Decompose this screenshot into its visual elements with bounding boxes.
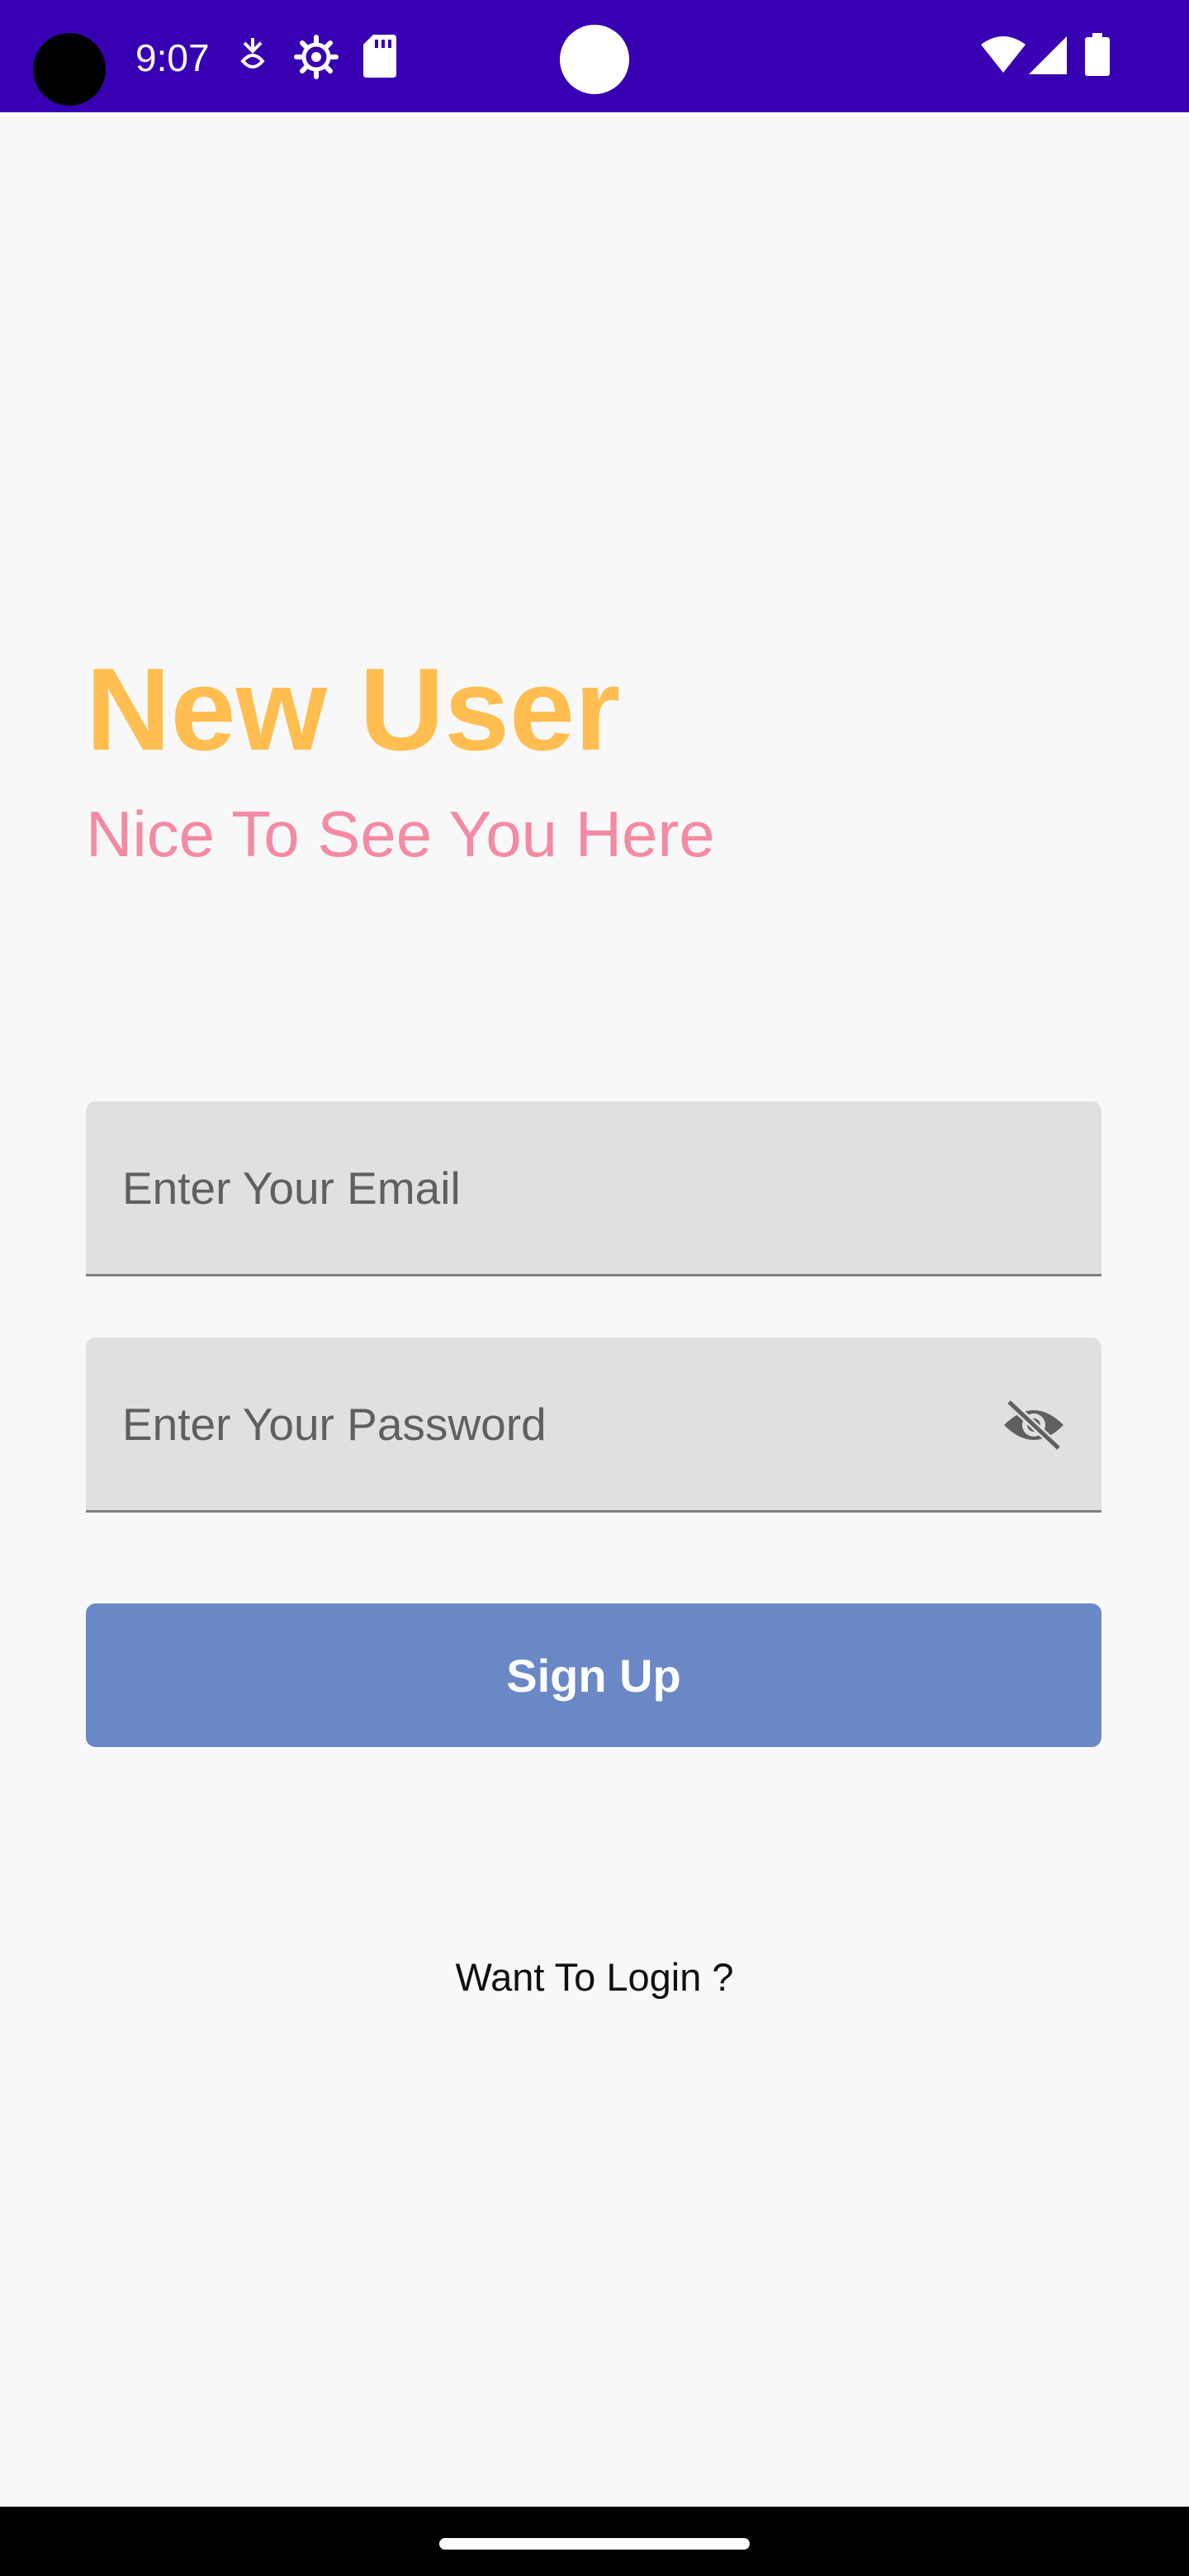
navigation-bar [0, 2507, 1189, 2576]
status-bar: 9:07 [0, 0, 1189, 112]
login-link[interactable]: Want To Login ? [0, 1949, 1189, 2006]
download-icon [238, 38, 268, 74]
sd-card-icon [363, 35, 396, 78]
cell-signal-icon [1029, 36, 1067, 74]
battery-icon [1085, 33, 1110, 76]
password-field [86, 1338, 1101, 1513]
status-time: 9:07 [135, 36, 210, 79]
center-dot [560, 25, 629, 94]
wifi-icon [981, 36, 1026, 73]
home-handle[interactable] [439, 2538, 750, 2550]
page-subtitle: Nice To See You Here [86, 798, 715, 870]
page-title: New User [86, 644, 621, 775]
email-field [86, 1101, 1101, 1276]
email-input[interactable] [122, 1101, 989, 1274]
eye-off-icon[interactable] [999, 1395, 1068, 1455]
sign-up-button[interactable]: Sign Up [86, 1603, 1101, 1747]
camera-cutout [33, 33, 106, 106]
password-input[interactable] [122, 1338, 989, 1510]
settings-gear-icon [294, 35, 339, 79]
